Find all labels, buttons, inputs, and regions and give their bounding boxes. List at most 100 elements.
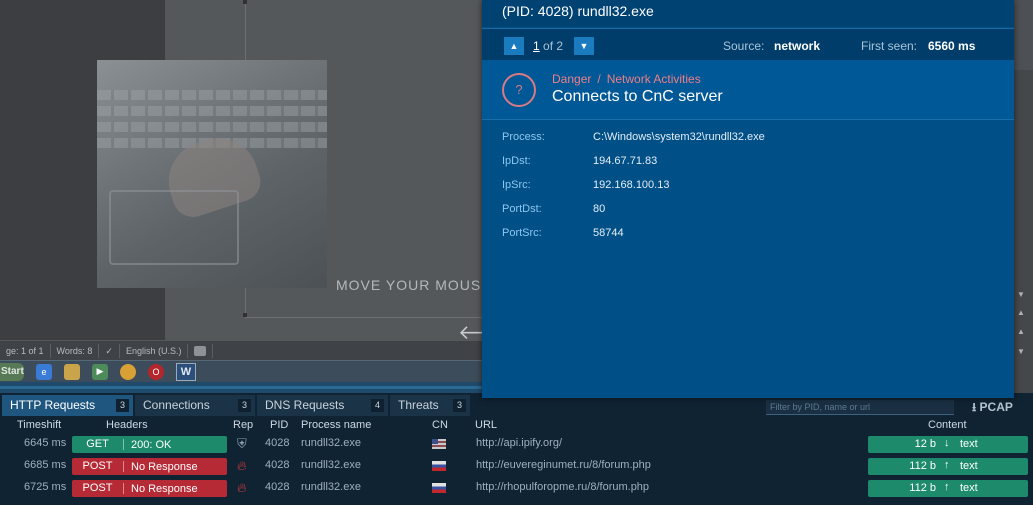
detail-label-portdst: PortDst:	[502, 203, 542, 215]
row-url: http://rhopulforopme.ru/8/forum.php	[476, 481, 650, 493]
fire-icon: 🔥︎	[237, 458, 247, 473]
http-method: POST	[72, 483, 124, 494]
col-pid[interactable]: PID	[270, 419, 288, 431]
network-panel: HTTP Requests 3 Connections 3 DNS Reques…	[0, 393, 1033, 505]
http-status: No Response	[131, 482, 198, 495]
tab-label: Threats	[398, 398, 439, 412]
col-url[interactable]: URL	[475, 419, 497, 431]
scroll-down-icon[interactable]: ▼	[1017, 347, 1025, 356]
tab-connections[interactable]: Connections 3	[135, 395, 255, 416]
tab-count-badge: 3	[453, 399, 466, 412]
row-url: http://api.ipify.org/	[476, 437, 563, 449]
ruler-mark	[243, 0, 247, 4]
row-timeshift: 6645 ms	[24, 437, 67, 449]
opera-icon[interactable]: O	[148, 363, 164, 380]
content-badge: 112 b ↑ text	[868, 480, 1028, 497]
detail-value-ipdst: 194.67.71.83	[593, 155, 658, 167]
layout-icon[interactable]	[188, 343, 214, 358]
ru-flag-icon	[432, 461, 446, 471]
photo-caption: MOVE YOUR MOUSE	[336, 277, 492, 293]
tab-http-requests[interactable]: HTTP Requests 3	[2, 395, 133, 416]
start-button[interactable]: Start	[0, 362, 24, 381]
status-badge: GET 200: OK	[72, 436, 227, 453]
download-icon: ⭳	[972, 400, 977, 414]
status-page: ge: 1 of 1	[0, 343, 51, 358]
table-row[interactable]: 6685 ms POST No Response 🔥︎ 4028 rundll3…	[0, 455, 1033, 477]
trackpad-image	[109, 190, 239, 265]
detail-label-ipsrc: IpSrc:	[502, 179, 531, 191]
row-pid: 4028	[265, 481, 290, 493]
scrollbar-thumb[interactable]	[1014, 0, 1033, 70]
source-value: network	[774, 39, 821, 53]
word-taskbar-icon[interactable]: W	[176, 362, 196, 381]
popup-nav-bar: ▲ 1 of 2 ▼ Source: network First seen: 6…	[482, 28, 1014, 60]
threat-header: ? Danger / Network Activities Connects to …	[482, 60, 1014, 120]
content-size: 12 b	[914, 438, 936, 450]
keyboard-keys	[97, 106, 327, 116]
col-rep[interactable]: Rep	[233, 419, 253, 431]
detail-value-portsrc: 58744	[593, 227, 624, 239]
status-language: English (U.S.)	[120, 343, 189, 358]
detail-value-portdst: 80	[593, 203, 606, 215]
category-separator: /	[597, 72, 601, 86]
status-badge: POST No Response	[72, 480, 227, 497]
content-type: text	[960, 438, 978, 450]
tab-dns-requests[interactable]: DNS Requests 4	[257, 395, 388, 416]
ie-icon[interactable]: e	[36, 363, 52, 380]
upload-arrow-icon: ↑	[944, 459, 950, 471]
us-flag-icon	[432, 439, 446, 449]
table-row[interactable]: 6645 ms GET 200: OK ⛨ 4028 rundll32.exe …	[0, 433, 1033, 455]
detail-label-portsrc: PortSrc:	[502, 227, 542, 239]
scroll-up-icon[interactable]: ▲	[1017, 327, 1025, 336]
question-icon: ?	[502, 73, 536, 107]
page-current[interactable]: 1	[533, 39, 540, 53]
col-headers[interactable]: Headers	[106, 419, 148, 431]
row-url: http://euvereginumet.ru/8/forum.php	[476, 459, 651, 471]
table-row[interactable]: 6725 ms POST No Response 🔥︎ 4028 rundll3…	[0, 477, 1033, 499]
content-type: text	[960, 460, 978, 472]
col-process[interactable]: Process name	[301, 419, 371, 431]
popup-title-bar: (PID: 4028) rundll32.exe	[482, 0, 1014, 27]
threat-details-popup: (PID: 4028) rundll32.exe ▲ 1 of 2 ▼ Sour…	[482, 0, 1014, 398]
tab-label: HTTP Requests	[10, 398, 96, 412]
media-icon[interactable]: ▶	[92, 363, 108, 380]
row-pid: 4028	[265, 437, 290, 449]
tab-count-badge: 4	[371, 399, 384, 412]
detail-value-process: C:\Windows\system32\rundll32.exe	[593, 131, 765, 143]
scroll-up-icon[interactable]: ▲	[1017, 308, 1025, 317]
ru-flag-icon	[432, 483, 446, 493]
content-badge: 112 b ↑ text	[868, 458, 1028, 475]
http-status: 200: OK	[131, 438, 172, 451]
prev-threat-button[interactable]: ▲	[504, 37, 524, 55]
source-label: Source:	[723, 39, 765, 53]
shield-icon: ⛨	[237, 436, 247, 451]
page-total: of 2	[539, 39, 564, 53]
detail-value-ipsrc: 192.168.100.13	[593, 179, 670, 191]
tab-count-badge: 3	[238, 399, 251, 412]
keyboard-photo	[97, 60, 327, 288]
first-seen-value: 6560 ms	[928, 39, 976, 53]
detail-label-ipdst: IpDst:	[502, 155, 531, 167]
col-timeshift[interactable]: Timeshift	[17, 419, 61, 431]
threat-name: Connects to CnC server	[552, 88, 723, 105]
next-threat-button[interactable]: ▼	[574, 37, 594, 55]
http-method: POST	[72, 461, 124, 472]
spellcheck-icon[interactable]: ✓	[99, 343, 120, 358]
tab-label: DNS Requests	[265, 398, 345, 412]
download-arrow-icon: ↓	[944, 437, 950, 449]
popup-title: (PID: 4028) rundll32.exe	[502, 3, 654, 19]
filter-input[interactable]	[766, 400, 954, 415]
col-cn[interactable]: CN	[432, 419, 448, 431]
threat-category: Danger / Network Activities	[552, 72, 701, 86]
tab-label: Connections	[143, 398, 210, 412]
row-process: rundll32.exe	[301, 481, 361, 493]
scroll-down-icon[interactable]: ▼	[1017, 290, 1025, 299]
threat-category-name: Network Activities	[606, 72, 701, 86]
folder-icon[interactable]	[64, 363, 80, 380]
row-timeshift: 6725 ms	[24, 481, 67, 493]
col-content[interactable]: Content	[928, 419, 967, 431]
http-status: No Response	[131, 460, 198, 473]
chrome-icon[interactable]	[120, 363, 136, 380]
content-type: text	[960, 482, 978, 494]
tab-threats[interactable]: Threats 3	[390, 395, 470, 416]
